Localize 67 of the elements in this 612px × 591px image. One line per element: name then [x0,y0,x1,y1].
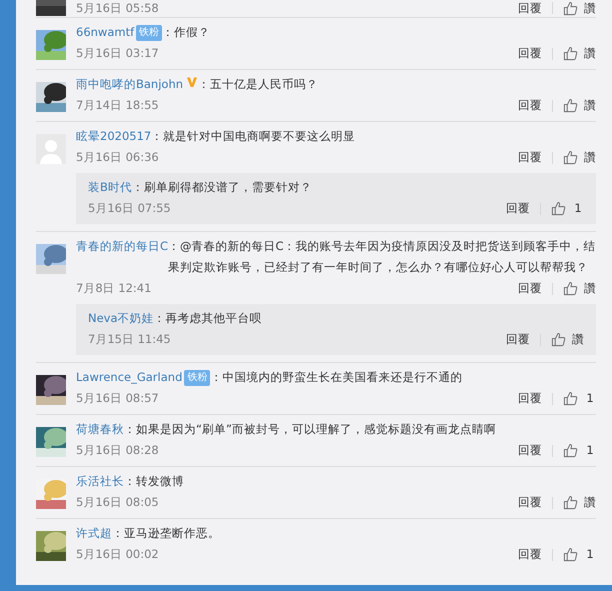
comment-text: ：刷单刷得都没谱了，需要针对？ [132,179,313,196]
like-count: 1 [573,200,583,217]
reply-link[interactable]: 回覆 [518,95,542,116]
user-name-link[interactable]: Lawrence_Garland [76,367,182,388]
comment-time: 7月15日 11:45 [88,331,171,348]
user-name-link[interactable]: Neva不奶娃 [88,308,154,329]
user-name-link[interactable]: 青春的新的每日C [76,236,168,257]
comment-time: 5月16日 03:17 [76,45,159,62]
fan-badge: 铁粉 [184,370,210,386]
user-name-link[interactable]: 66nwamtf [76,22,134,43]
comment-text: ：转发微博 [124,473,185,490]
comment-time: 5月16日 08:57 [76,390,159,407]
comment-time: 5月16日 08:05 [76,494,159,511]
comment-time: 5月16日 07:55 [88,200,171,217]
reply-link[interactable]: 回覆 [506,329,530,350]
reply-link[interactable]: 回覆 [518,544,542,565]
comment-time: 5月16日 08:28 [76,442,159,459]
like-count: 讚 [584,149,596,166]
user-name-link[interactable]: 装B时代 [88,177,132,198]
thumbs-up-icon[interactable] [563,98,578,113]
comment-text: ：如果是因为“刷单”而被封号，可以理解了，感觉标题没有画龙点睛啊 [124,421,497,438]
comment-text: ：亚马逊垄断作恶。 [112,525,221,542]
user-name-link[interactable]: 雨中咆哮的Banjohn [76,74,184,95]
thumbs-up-icon[interactable] [563,495,578,510]
reply-link[interactable]: 回覆 [518,388,542,409]
thumbs-up-icon[interactable] [563,46,578,61]
reply-link[interactable]: 回覆 [518,492,542,513]
reply-link[interactable]: 回覆 [518,440,542,461]
comment-text: ：就是针对中国电商啊要不要这么明显 [151,128,356,145]
like-count: 讚 [572,331,584,348]
thumbs-up-icon[interactable] [563,0,578,16]
thumbs-up-icon[interactable] [563,150,578,165]
like-count: 讚 [584,45,596,62]
comment-time: 5月16日 05:58 [76,0,159,16]
comment-text: ：中国境内的野蛮生长在美国看来还是行不通的 [210,369,464,386]
reply-link[interactable]: 回覆 [518,147,542,168]
reply-link[interactable]: 回覆 [518,278,542,299]
comment-time: 7月8日 12:41 [76,280,152,297]
thumbs-up-icon[interactable] [563,547,578,562]
thumbs-up-icon[interactable] [551,332,566,347]
like-count: 讚 [584,494,596,511]
fan-badge: 铁粉 [136,24,162,40]
like-count: 讚 [584,0,596,16]
reply-link[interactable]: 回覆 [518,43,542,64]
thumbs-up-icon[interactable] [551,201,566,216]
like-count: 1 [585,442,595,459]
user-name-link[interactable]: 许式超 [76,523,112,544]
comment-text: ：作假？ [162,24,212,41]
comment-time: 5月16日 06:36 [76,149,159,166]
thumbs-up-icon[interactable] [563,443,578,458]
user-name-link[interactable]: 荷塘春秋 [76,419,124,440]
reply-link[interactable]: 回覆 [506,198,530,219]
like-count: 讚 [584,280,596,297]
comment-time: 5月16日 00:02 [76,546,159,563]
thumbs-up-icon[interactable] [563,391,578,406]
thumbs-up-icon[interactable] [563,281,578,296]
comment-time: 7月14日 18:55 [76,97,159,114]
like-count: 1 [585,546,595,563]
comment-text: ：@青春的新的每日C：我的账号去年因为疫情原因没及时把货送到顾客手中，结果判定欺诈账号，已经封了有一年时间了，怎么办？有哪位好心人可以帮帮我？ [168,238,596,276]
user-name-link[interactable]: 眩晕2020517 [76,126,152,147]
verified-icon [186,76,198,88]
user-name-link[interactable]: 乐活社长 [76,471,124,492]
comment-text: ：再考虑其他平台呗 [154,310,263,327]
like-count: 讚 [584,97,596,114]
like-count: 1 [585,390,595,407]
reply-link[interactable]: 回覆 [518,0,542,16]
comment-text: ：五十亿是人民币吗？ [198,76,320,93]
